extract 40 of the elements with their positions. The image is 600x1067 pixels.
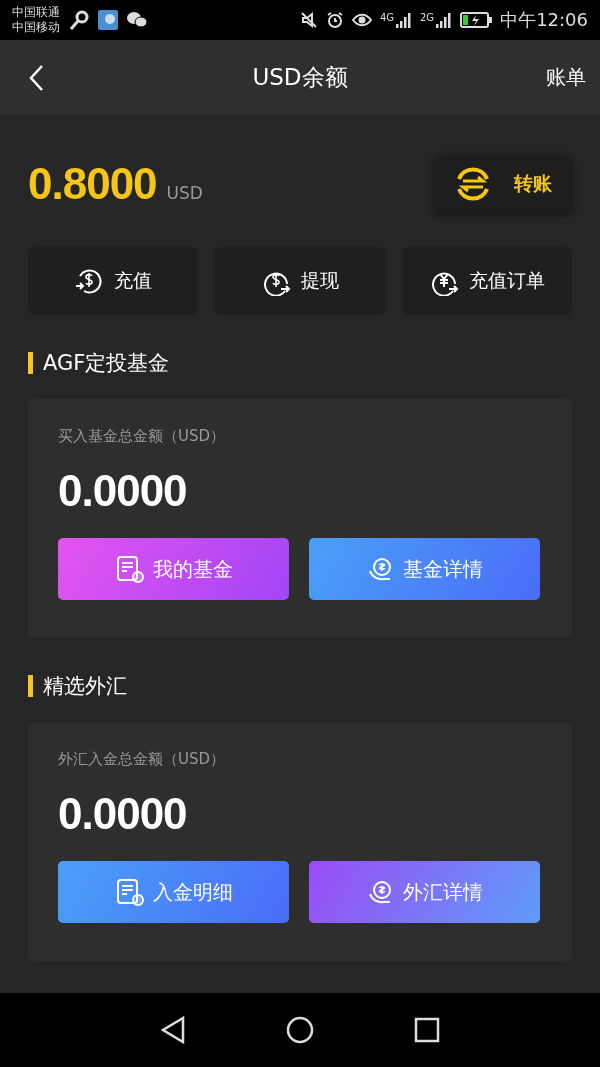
section-title: AGF定投基金	[43, 350, 170, 377]
card-button[interactable]: 基金详情	[309, 538, 540, 600]
total-amount: 0.0000	[58, 788, 188, 840]
balance-amount: 0.8000	[28, 159, 157, 209]
action-button[interactable]: 充值订单	[402, 247, 572, 315]
battery-icon	[460, 12, 493, 28]
app-icon	[98, 10, 118, 30]
alarm-icon	[325, 11, 344, 29]
card-button[interactable]: 入金明细	[58, 861, 289, 923]
chat-icon	[126, 10, 148, 30]
carrier-name: 中国联通	[12, 5, 60, 20]
back-icon[interactable]	[28, 63, 44, 92]
total-caption: 外汇入金总金额（USD）	[58, 750, 227, 769]
dollar-in-icon	[74, 266, 104, 296]
home-circle-icon[interactable]	[286, 1016, 314, 1044]
document-coin-icon	[114, 877, 145, 907]
total-amount: 0.0000	[58, 465, 188, 517]
page-title: USD余额	[252, 63, 348, 92]
card-button[interactable]: 我的基金	[58, 538, 289, 600]
bill-link[interactable]: 账单	[546, 64, 586, 91]
eye-icon	[351, 13, 372, 27]
section-marker	[28, 675, 33, 697]
recents-square-icon[interactable]	[414, 1017, 440, 1043]
action-button[interactable]: 提现	[215, 247, 385, 315]
total-caption: 买入基金总金额（USD）	[58, 427, 227, 446]
action-button[interactable]: 充值	[28, 247, 198, 315]
mute-icon	[299, 11, 318, 29]
card-button[interactable]: 外汇详情	[309, 861, 540, 923]
carrier-name: 中国移动	[12, 20, 60, 35]
section-title: 精选外汇	[43, 673, 127, 700]
network-label: 2G	[420, 12, 435, 23]
signal-icon	[436, 12, 453, 28]
transfer-button[interactable]: 转账	[434, 155, 572, 213]
network-label: 4G	[379, 12, 394, 23]
currency-label: USD	[166, 183, 203, 203]
section-marker	[28, 352, 33, 374]
back-triangle-icon[interactable]	[160, 1016, 186, 1044]
document-coin-icon	[114, 554, 145, 584]
signal-icon	[396, 12, 412, 28]
clock-time: 中午12:06	[500, 8, 588, 32]
